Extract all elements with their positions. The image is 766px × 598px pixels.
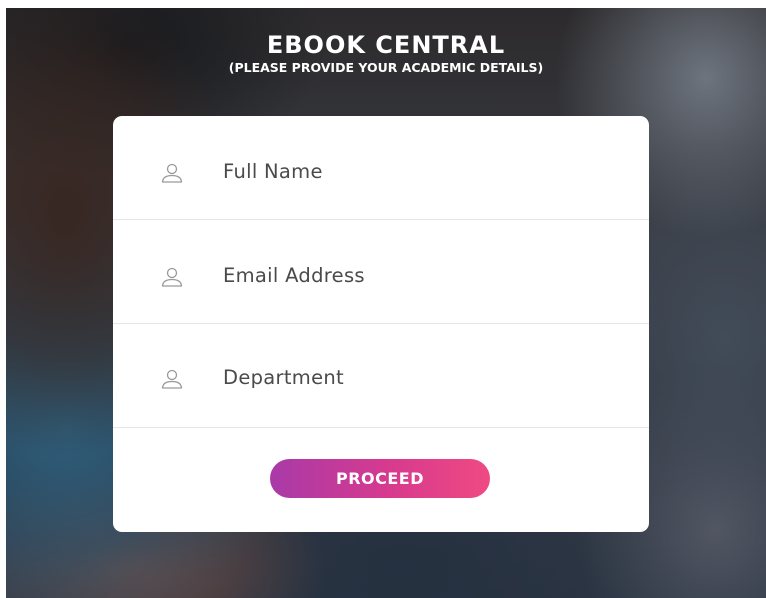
full-name-placeholder: Full Name (223, 160, 323, 183)
proceed-button[interactable]: PROCEED (270, 459, 490, 498)
full-name-field[interactable]: Full Name (113, 116, 649, 220)
department-placeholder: Department (223, 366, 344, 389)
page-title: EBOOK CENTRAL (266, 31, 506, 59)
academic-details-form: Full Name Email Address Department PROCE… (113, 116, 649, 532)
email-address-field[interactable]: Email Address (113, 220, 649, 324)
user-icon (161, 267, 183, 287)
page-header: EBOOK CENTRAL (PLEASE PROVIDE YOUR ACADE… (6, 30, 766, 76)
form-actions: PROCEED (113, 428, 649, 532)
page-subtitle: (PLEASE PROVIDE YOUR ACADEMIC DETAILS) (228, 60, 544, 75)
department-field[interactable]: Department (113, 324, 649, 428)
user-icon (161, 163, 183, 183)
email-address-placeholder: Email Address (223, 264, 365, 287)
user-icon (161, 369, 183, 389)
